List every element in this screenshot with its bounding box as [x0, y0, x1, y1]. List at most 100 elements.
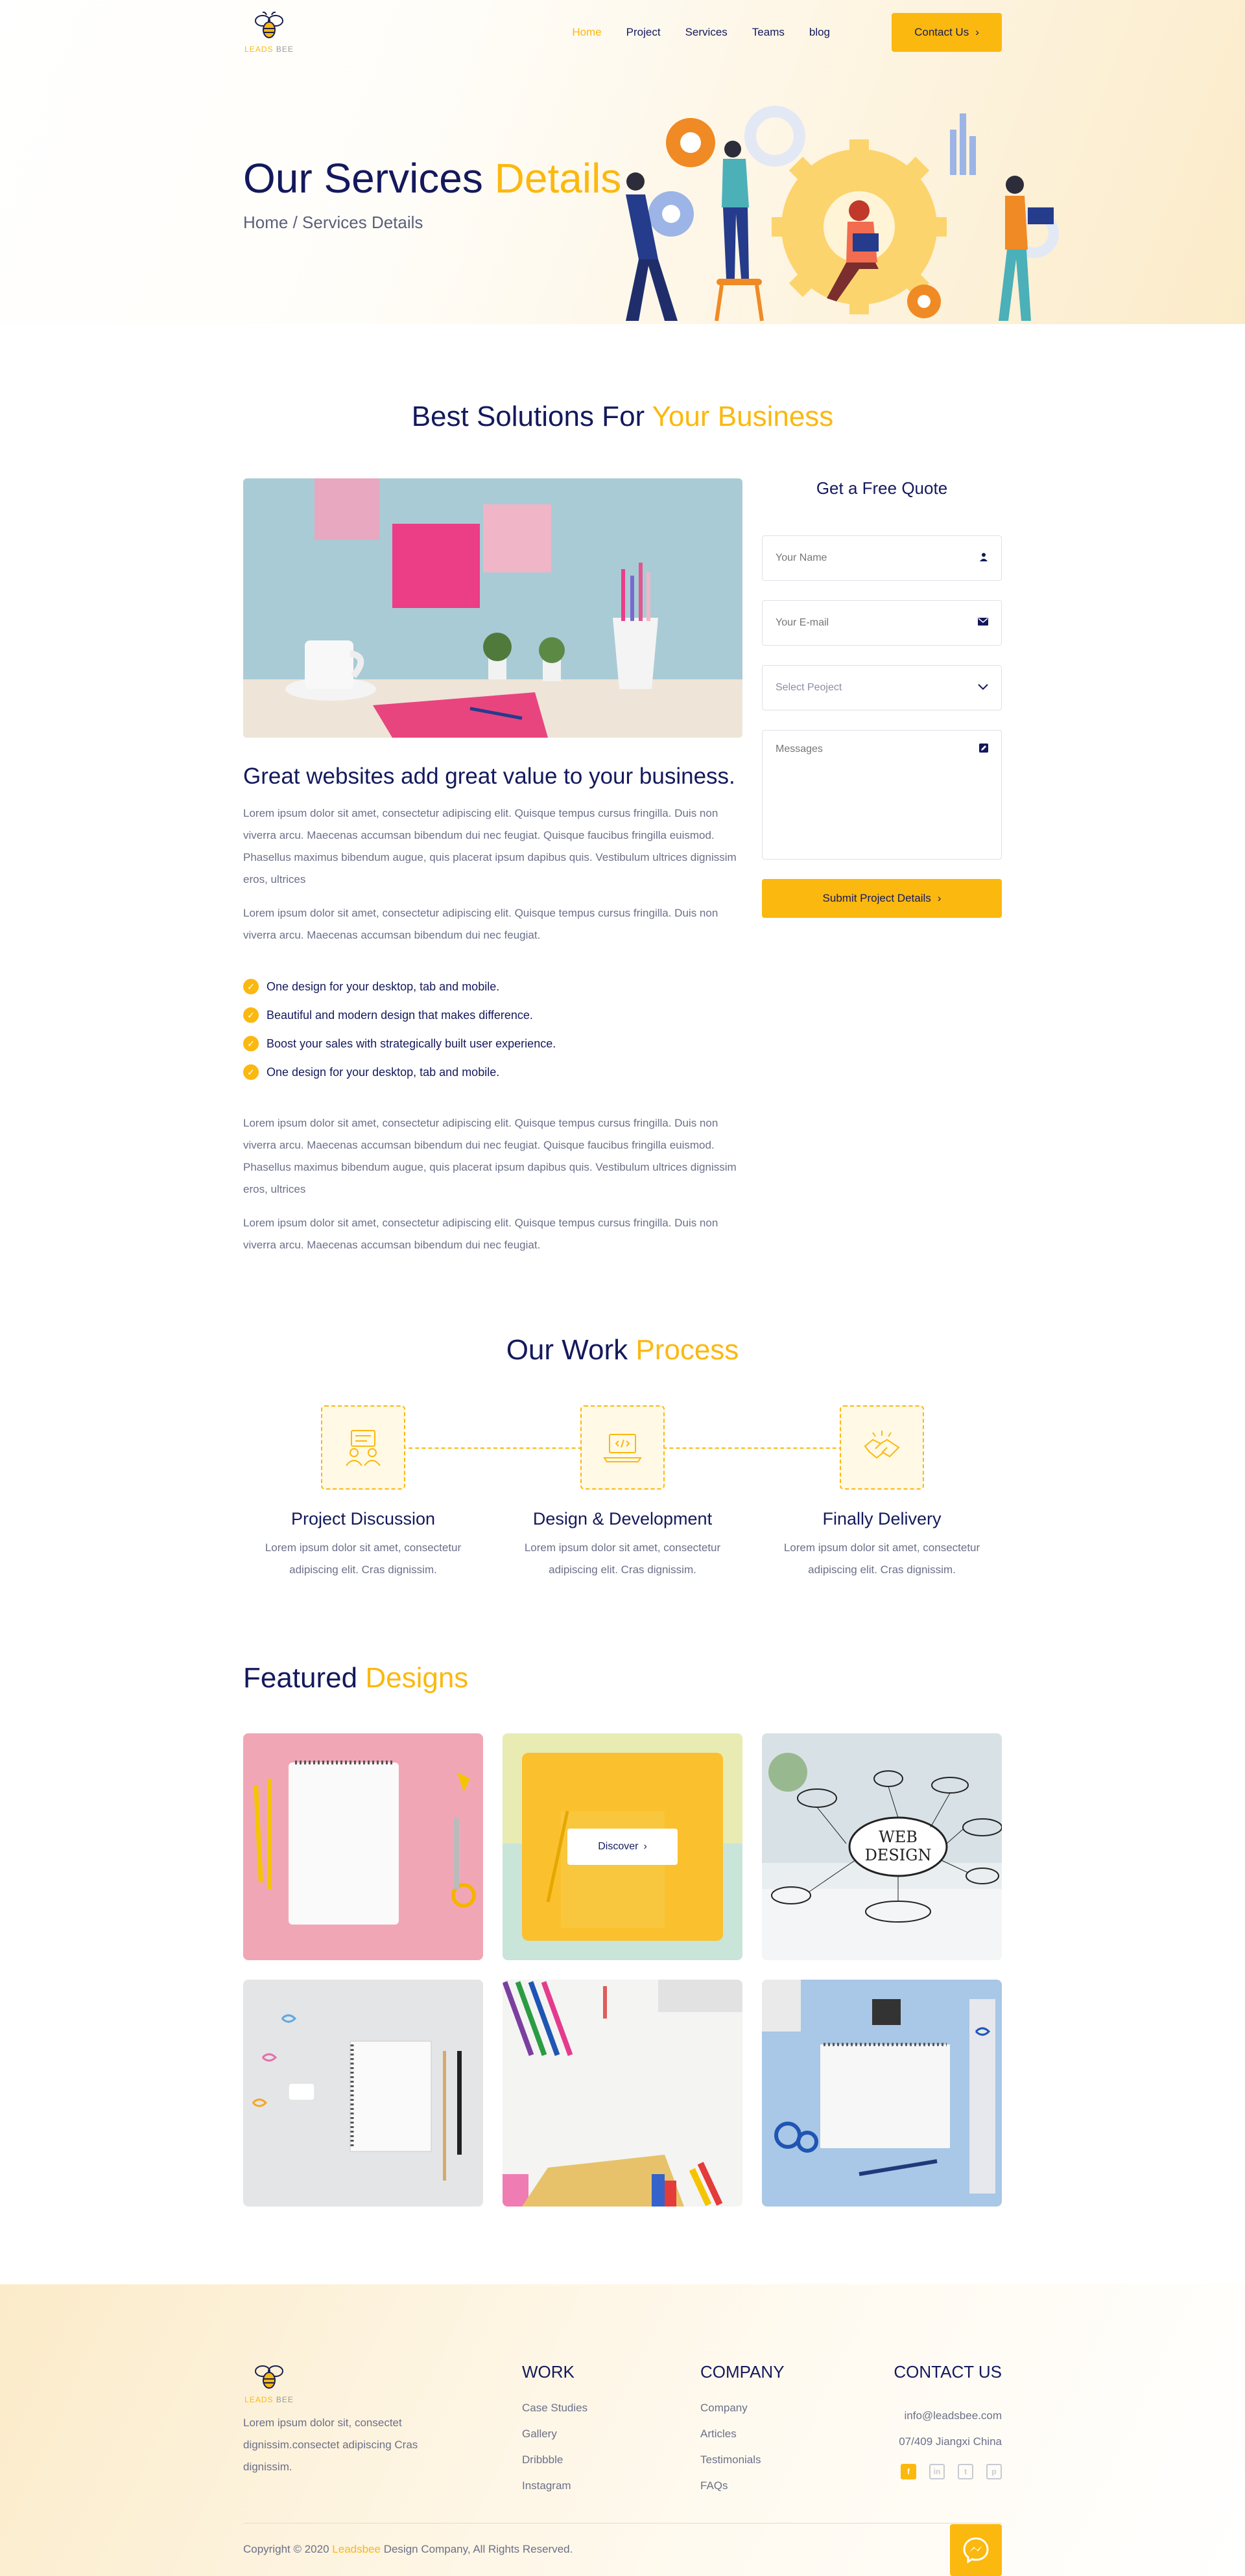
featured-card[interactable]	[243, 1980, 483, 2207]
quote-form: Get a Free Quote Select Peoject	[762, 478, 1002, 1256]
notebook-blue-image	[762, 1980, 1002, 2207]
featured-title-main: Featured	[243, 1662, 358, 1694]
notebook-white-image	[243, 1980, 483, 2207]
process-step: Project Discussion Lorem ipsum dolor sit…	[243, 1405, 483, 1581]
bee-logo-icon	[255, 11, 283, 38]
featured-card[interactable]	[503, 1980, 742, 2207]
logo-text-main: LEADS	[244, 44, 274, 54]
footer-company-column: COMPANY Company Articles Testimonials FA…	[700, 2362, 890, 2499]
chevron-right-icon: ›	[975, 26, 979, 38]
footer-link-company[interactable]: Company	[700, 2395, 890, 2421]
footer-company-title: COMPANY	[700, 2362, 785, 2382]
notebook-pink-image	[243, 1733, 483, 1960]
process-step: Finally Delivery Lorem ipsum dolor sit a…	[762, 1405, 1002, 1581]
process-title-main: Our Work	[506, 1334, 628, 1366]
solutions-title-main: Best Solutions For	[411, 401, 645, 432]
featured-card[interactable]: WEB DESIGN	[762, 1733, 1002, 1960]
footer-logo[interactable]: LEADS BEE	[243, 2362, 295, 2404]
pinterest-icon[interactable]: p	[986, 2464, 1002, 2479]
copyright-brand[interactable]: Leadsbee	[332, 2543, 381, 2555]
quote-form-title: Get a Free Quote	[816, 478, 948, 498]
solutions-section: Best Solutions For Your Business Great w…	[0, 324, 1245, 1256]
main-nav: Home Project Services Teams blog Contact…	[547, 13, 1002, 52]
check-item: ✓ Boost your sales with strategically bui…	[243, 1029, 742, 1058]
page-title-accent: Details	[494, 155, 622, 202]
email-input[interactable]	[776, 617, 957, 629]
solutions-title-accent: Your Business	[652, 401, 834, 432]
footer-email[interactable]: info@leadsbee.com	[890, 2403, 1002, 2429]
logo-text-main: LEADS	[244, 2395, 274, 2404]
footer-link-testimonials[interactable]: Testimonials	[700, 2447, 890, 2473]
check-item-label: One design for your desktop, tab and mob…	[267, 1065, 500, 1079]
process-step-desc: Lorem ipsum dolor sit amet, consectetur …	[265, 1541, 462, 1576]
linkedin-icon[interactable]: in	[929, 2464, 945, 2479]
discussion-icon	[321, 1405, 405, 1490]
markers-flatlay-image	[503, 1980, 742, 2207]
logo[interactable]: LEADS BEE	[243, 11, 295, 54]
name-input[interactable]	[776, 552, 957, 564]
footer-link-articles[interactable]: Articles	[700, 2421, 890, 2447]
discover-label: Discover	[598, 1841, 639, 1852]
discover-button[interactable]: Discover ›	[567, 1829, 678, 1865]
footer-link-gallery[interactable]: Gallery	[522, 2421, 700, 2447]
message-field[interactable]	[762, 730, 1002, 860]
footer-link-case-studies[interactable]: Case Studies	[522, 2395, 700, 2421]
messenger-button[interactable]	[950, 2524, 1002, 2576]
message-input[interactable]	[776, 744, 957, 841]
featured-card[interactable]: Discover ›	[503, 1733, 742, 1960]
featured-title-accent: Designs	[365, 1662, 469, 1694]
facebook-icon[interactable]: f	[901, 2464, 916, 2479]
footer-brand: LEADS BEE Lorem ipsum dolor sit, consect…	[243, 2362, 522, 2499]
nav-project[interactable]: Project	[626, 26, 661, 39]
featured-card[interactable]	[762, 1980, 1002, 2207]
footer-link-instagram[interactable]: Instagram	[522, 2473, 700, 2499]
check-item-label: One design for your desktop, tab and mob…	[267, 979, 500, 993]
contact-us-button[interactable]: Contact Us ›	[892, 13, 1002, 52]
hero-section: LEADS BEE Home Project Services Teams bl…	[0, 0, 1245, 324]
process-step-title: Project Discussion	[290, 1509, 436, 1528]
top-navbar: LEADS BEE Home Project Services Teams bl…	[243, 0, 1002, 65]
submit-project-button[interactable]: Submit Project Details ›	[762, 879, 1002, 918]
solutions-title: Best Solutions For Your Business	[243, 401, 1002, 433]
footer-address: 07/409 Jiangxi China	[899, 2435, 1002, 2448]
project-select[interactable]: Select Peoject	[762, 665, 1002, 710]
page-title-main: Our Services	[243, 155, 483, 202]
twitter-icon[interactable]: t	[958, 2464, 973, 2479]
footer-work-title: WORK	[522, 2362, 575, 2382]
nav-services[interactable]: Services	[685, 26, 728, 39]
chevron-down-icon	[978, 682, 988, 694]
process-step-title: Finally Delivery	[822, 1509, 942, 1528]
footer-link-dribbble[interactable]: Dribbble	[522, 2447, 700, 2473]
featured-card[interactable]	[243, 1733, 483, 1960]
submit-label: Submit Project Details	[822, 892, 931, 904]
footer-contact-column: CONTACT US info@leadsbee.com 07/409 Jian…	[890, 2362, 1002, 2499]
footer-work-column: WORK Case Studies Gallery Dribbble Insta…	[522, 2362, 700, 2499]
solutions-para-4: Lorem ipsum dolor sit amet, consectetur …	[243, 1217, 718, 1251]
desk-photo	[243, 478, 742, 738]
solutions-content: Great websites add great value to your b…	[243, 478, 742, 1256]
process-step: Design & Development Lorem ipsum dolor s…	[503, 1405, 742, 1581]
footer-contact-title: CONTACT US	[894, 2362, 1002, 2382]
chevron-right-icon: ›	[937, 892, 942, 904]
solutions-para-3: Lorem ipsum dolor sit amet, consectetur …	[243, 1117, 737, 1195]
email-field[interactable]	[762, 600, 1002, 646]
solutions-para-2: Lorem ipsum dolor sit amet, consectetur …	[243, 907, 718, 941]
web-design-sketch-image: WEB DESIGN	[762, 1733, 1002, 1960]
project-select-value: Select Peoject	[776, 682, 842, 693]
nav-home[interactable]: Home	[572, 26, 601, 39]
check-icon: ✓	[243, 1036, 259, 1051]
featured-title: Featured Designs	[243, 1662, 1002, 1694]
feature-checklist: ✓ One design for your desktop, tab and mo…	[243, 972, 742, 1086]
nav-teams[interactable]: Teams	[752, 26, 785, 39]
check-icon: ✓	[243, 979, 259, 994]
nav-blog[interactable]: blog	[809, 26, 830, 39]
name-field[interactable]	[762, 535, 1002, 581]
footer-link-faqs[interactable]: FAQs	[700, 2473, 890, 2499]
process-step-title: Design & Development	[532, 1509, 713, 1528]
check-item: ✓ One design for your desktop, tab and mo…	[243, 972, 742, 1001]
chevron-right-icon: ›	[643, 1841, 647, 1852]
check-icon: ✓	[243, 1064, 259, 1080]
process-title-accent: Process	[635, 1334, 739, 1366]
site-footer: LEADS BEE Lorem ipsum dolor sit, consect…	[0, 2284, 1245, 2576]
copyright-suffix: Design Company, All Rights Reserved.	[383, 2543, 573, 2555]
